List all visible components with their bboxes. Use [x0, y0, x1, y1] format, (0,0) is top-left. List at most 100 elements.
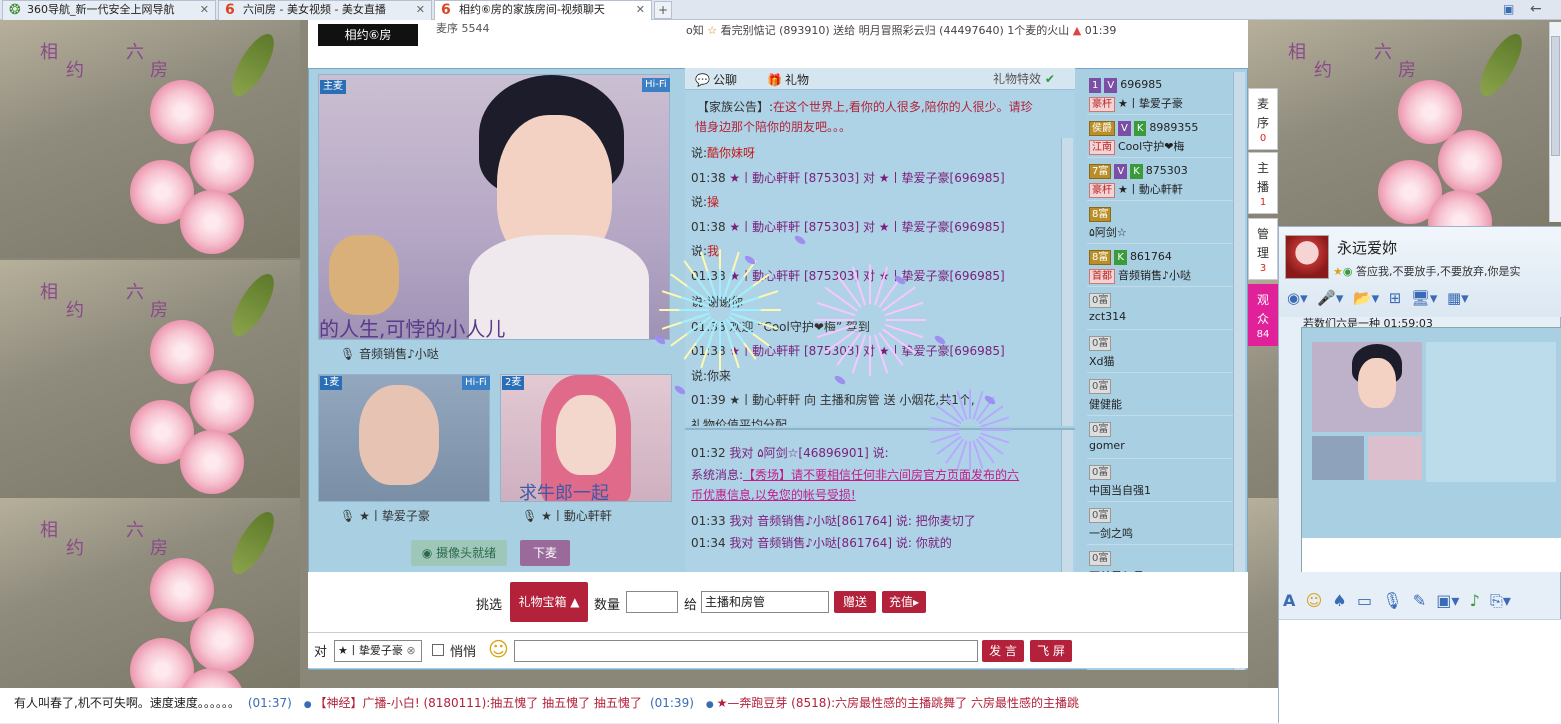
- blossom: [190, 130, 254, 194]
- ticker-item: ● 【神经】广播-小白! (8180111):抽五愧了 抽五愧了 抽五愧了 (01…: [304, 696, 694, 710]
- recharge-button[interactable]: 充值▸: [882, 591, 926, 613]
- private-chat-line: 币优惠信息,以免您的帐号受损!: [691, 486, 856, 503]
- mic1-video[interactable]: [318, 374, 490, 502]
- send-gift-button[interactable]: 赠送: [834, 591, 876, 613]
- tab-family-room[interactable]: 6 相约⑥房的家族房间-视频聊天 ✕: [434, 0, 652, 20]
- folder-icon[interactable]: 📂▾: [1353, 289, 1379, 307]
- mic-down-button[interactable]: 下麦: [520, 540, 570, 566]
- user-list-item[interactable]: 8富: [1089, 207, 1114, 222]
- chat-line: 01:38 ★丨動心軒軒 [875303] 对 ★丨挚爱子豪[696985]: [691, 169, 1005, 186]
- qq-screenshot-preview[interactable]: [1301, 327, 1561, 572]
- tab-6rooms[interactable]: 6 六间房 - 美女视频 - 美女直播 ✕: [218, 0, 432, 20]
- gift-box-button[interactable]: 礼物宝箱 ▲: [510, 582, 588, 622]
- note-icon[interactable]: ✎: [1413, 591, 1426, 610]
- tab-360-nav[interactable]: ❂ 360导航_新一代安全上网导航 ✕: [2, 0, 216, 20]
- user-list-item[interactable]: 0富: [1089, 336, 1114, 351]
- wallpaper-char: 相: [1288, 42, 1306, 63]
- side-tab[interactable]: 主播 1: [1248, 152, 1278, 214]
- side-tab[interactable]: 管理 3: [1248, 218, 1278, 280]
- user-name-row[interactable]: 江南 Cool守护❤梅: [1089, 138, 1184, 155]
- window-icon[interactable]: ▣: [1503, 2, 1519, 18]
- user-name-row[interactable]: 健健能: [1089, 396, 1122, 412]
- broadcast-ticker: 有人叫春了,机不可失啊。速度速度。。。。。。 (01:37) ● 【神经】广播-小白…: [0, 688, 1280, 723]
- clear-icon[interactable]: ⊗: [406, 644, 415, 657]
- font-icon[interactable]: A: [1283, 591, 1295, 610]
- gift-recipient-input[interactable]: 主播和房管: [701, 591, 829, 613]
- gift-effect-toggle[interactable]: 礼物特效 ✔: [993, 70, 1055, 87]
- system-message[interactable]: 币优惠信息,以免您的帐号受损!: [691, 488, 856, 502]
- user-list-item[interactable]: 0富: [1089, 508, 1114, 523]
- close-icon[interactable]: ✕: [416, 1, 425, 19]
- mic-icon[interactable]: 🎤▾: [1317, 289, 1343, 307]
- user-list-item[interactable]: 7富 V K 875303: [1089, 164, 1188, 179]
- 360-icon: ❂: [9, 2, 21, 18]
- pick-label: 挑选: [476, 598, 503, 613]
- chat-message-input[interactable]: [514, 640, 978, 662]
- tab-public-chat[interactable]: 💬 公聊: [693, 70, 737, 90]
- new-tab-button[interactable]: +: [654, 1, 672, 19]
- main-video-user: 🎙 音频销售♪小哒: [340, 345, 439, 362]
- back-arrow-icon[interactable]: ←: [1530, 1, 1542, 17]
- user-name-row[interactable]: 豪杆 ★丨挚爱子豪: [1089, 95, 1183, 112]
- avatar[interactable]: [1285, 235, 1329, 279]
- side-tab-count: 0: [1259, 133, 1267, 144]
- screen-icon[interactable]: 🖥▾: [1411, 289, 1438, 307]
- close-icon[interactable]: ✕: [200, 1, 209, 19]
- user-title-badge: 江南: [1089, 140, 1115, 155]
- qq-message-input[interactable]: [1279, 619, 1561, 724]
- user-name-row[interactable]: 首都 音频销售♪小哒: [1089, 267, 1191, 284]
- user-list-item[interactable]: 0富: [1089, 551, 1114, 566]
- chat-scrollbar[interactable]: [1061, 138, 1073, 426]
- firework-spark: [834, 375, 846, 385]
- screenshot-icon[interactable]: ⎘▾: [1490, 591, 1511, 610]
- user-name-row[interactable]: Xd猫: [1089, 353, 1115, 369]
- chat-target-select[interactable]: ★丨挚爱子豪 ⊗: [334, 640, 422, 662]
- wallpaper-tile: 相约 六房: [0, 260, 300, 498]
- quantity-input[interactable]: [626, 591, 678, 613]
- magic-icon[interactable]: ♠: [1332, 591, 1346, 610]
- voice-icon[interactable]: 🎙: [1382, 591, 1402, 610]
- send-message-button[interactable]: 发 言: [982, 640, 1024, 662]
- camera-ready-button[interactable]: ◉ 摄像头就绪: [411, 540, 507, 566]
- user-name-row[interactable]: zct314: [1089, 310, 1126, 323]
- image-icon[interactable]: ▣▾: [1436, 591, 1459, 610]
- side-tab[interactable]: 观众 84: [1248, 284, 1278, 346]
- emoji-icon[interactable]: ☺: [488, 638, 509, 660]
- mic2-badge: 2麦: [502, 376, 525, 390]
- user-title-badge: 豪杆: [1089, 97, 1115, 112]
- room-logo[interactable]: 相约⑥房: [318, 24, 418, 46]
- user-list-item[interactable]: 0富: [1089, 465, 1114, 480]
- wallpaper-char: 约: [66, 538, 84, 559]
- user-list-item[interactable]: 0富: [1089, 422, 1114, 437]
- side-tab-label: 理: [1256, 246, 1269, 260]
- side-tab[interactable]: 麦序 0: [1248, 88, 1278, 150]
- main-video[interactable]: 的人生,可悖的小人儿: [318, 74, 670, 340]
- page-scrollbar[interactable]: [1549, 22, 1561, 222]
- side-tabs: 麦序 0 主播 1 管理 3 观众 84: [1248, 88, 1278, 348]
- user-list-item[interactable]: 侯爵 V K 8989355: [1089, 121, 1198, 136]
- user-name-row[interactable]: 豪杆 ★丨動心軒軒: [1089, 181, 1183, 198]
- user-name-row[interactable]: ۵阿剑☆: [1089, 224, 1127, 240]
- system-message[interactable]: 【秀场】请不要相信任何非六间房官方页面发布的六: [743, 468, 1019, 482]
- tab-gift[interactable]: 🎁 礼物: [765, 70, 809, 90]
- user-list-item[interactable]: 1 V 696985: [1089, 78, 1162, 93]
- add-chat-icon[interactable]: ⊞: [1389, 289, 1402, 307]
- user-name-row[interactable]: 一剑之鸣: [1089, 525, 1133, 541]
- fly-screen-button[interactable]: 飞 屏: [1030, 640, 1072, 662]
- user-name-row[interactable]: 中国当自强1: [1089, 482, 1151, 498]
- user-list-item[interactable]: 8富 K 861764: [1089, 250, 1172, 265]
- whisper-checkbox[interactable]: [432, 644, 444, 656]
- emoji-icon[interactable]: ☺: [1306, 591, 1323, 610]
- window-shake-icon[interactable]: ▭: [1357, 591, 1372, 610]
- user-list-item[interactable]: 0富: [1089, 293, 1114, 308]
- mic1-face: [359, 385, 439, 485]
- user-nickname: ★丨動心軒軒: [1118, 183, 1183, 196]
- music-icon[interactable]: ♪: [1470, 591, 1480, 610]
- private-scrollbar[interactable]: [1061, 430, 1073, 573]
- user-name-row[interactable]: gomer: [1089, 439, 1125, 452]
- user-nickname: 中国当自强1: [1089, 484, 1151, 497]
- user-list-item[interactable]: 0富: [1089, 379, 1114, 394]
- camera-icon[interactable]: ◉▾: [1287, 289, 1308, 307]
- close-icon[interactable]: ✕: [636, 1, 645, 19]
- apps-icon[interactable]: ▦▾: [1447, 289, 1469, 307]
